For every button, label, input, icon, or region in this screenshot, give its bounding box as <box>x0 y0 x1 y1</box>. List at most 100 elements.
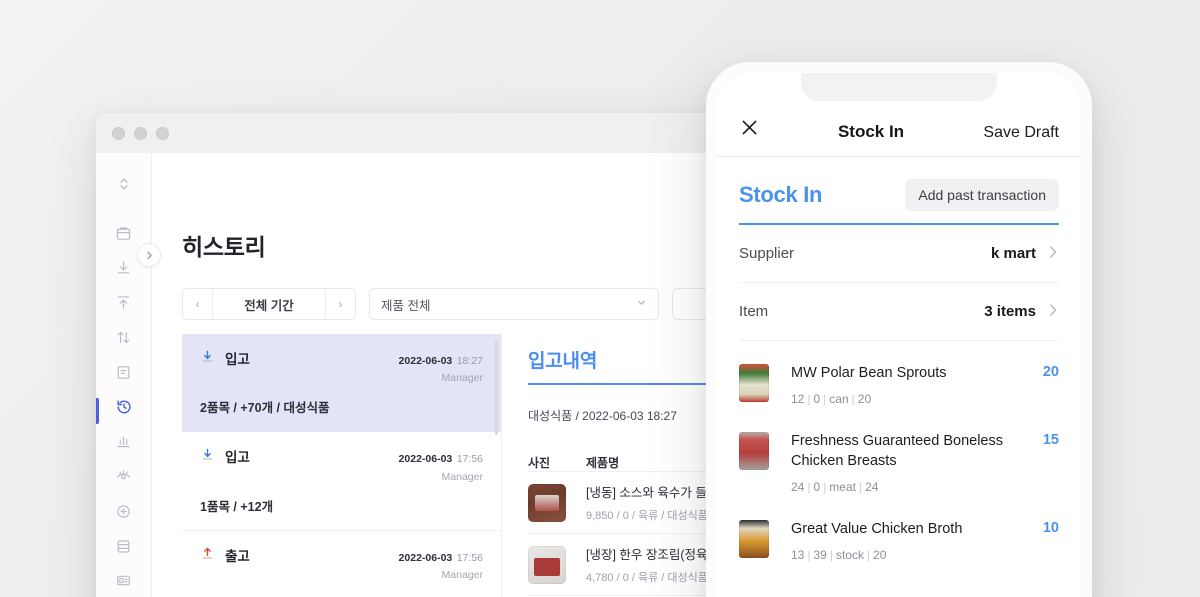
history-row-user: Manager <box>399 371 483 386</box>
sidebar-item-selector[interactable] <box>96 167 152 202</box>
arrow-down-tray-icon <box>200 349 215 367</box>
product-thumbnail <box>528 546 566 584</box>
item-meta-3: meat <box>829 480 856 494</box>
item-meta-4: 20 <box>873 548 886 562</box>
history-row-kind: 입고 <box>200 446 250 466</box>
list-item[interactable]: Great Value Chicken Broth 13|39|stock|20… <box>739 507 1059 575</box>
period-filter[interactable]: ‹ 전체 기간 › <box>182 288 356 320</box>
history-clock-icon <box>115 398 133 416</box>
supplier-label: Supplier <box>739 245 794 262</box>
table-row[interactable]: 출고 2022-06-03 17:56 Manager 1품목 / -65개 <box>182 531 501 597</box>
history-row-date: 2022-06-03 <box>399 355 453 367</box>
phone-mockup: Stock In Save Draft Stock In Add past tr… <box>706 62 1092 597</box>
arrows-transfer-icon <box>115 329 132 346</box>
window-zoom-dot[interactable] <box>156 127 169 140</box>
sidebar-item-history[interactable] <box>96 390 152 425</box>
history-list[interactable]: 입고 2022-06-03 18:27 Manager 2품목 / +70개 /… <box>182 334 502 597</box>
screenshot-stage: 히스토리 ‹ 전체 기간 › 제품 전체 <box>0 0 1200 597</box>
detail-col-name: 제품명 <box>586 454 619 471</box>
close-icon[interactable] <box>739 117 779 142</box>
sidebar-item-inspect[interactable] <box>96 459 152 494</box>
list-item[interactable]: MW Polar Bean Sprouts 12|0|can|20 20 <box>739 351 1059 419</box>
item-meta-1: 12 <box>791 392 804 406</box>
history-row-summary: 2품목 / +70개 / 대성식품 <box>200 397 483 416</box>
phone-screen: Stock In Save Draft Stock In Add past tr… <box>717 73 1081 597</box>
item-meta-1: 13 <box>791 548 804 562</box>
product-thumbnail <box>739 432 769 470</box>
product-thumbnail <box>739 520 769 558</box>
item-name: Freshness Guaranteed Boneless Chicken Br… <box>791 432 1029 471</box>
bar-chart-icon <box>115 433 132 450</box>
item-quantity: 10 <box>1043 520 1059 536</box>
item-meta-3: stock <box>836 548 864 562</box>
detail-col-photo: 사진 <box>528 454 586 471</box>
item-meta-1: 24 <box>791 480 804 494</box>
page-title: 히스토리 <box>152 153 796 262</box>
box-icon <box>115 225 132 242</box>
sidebar-icon-rail <box>96 153 152 597</box>
sidebar-item-label-print[interactable] <box>96 564 152 597</box>
supplier-field-row[interactable]: Supplier k mart <box>739 225 1059 283</box>
item-meta: 24|0|meat|24 <box>791 480 1029 494</box>
arrow-up-tray-icon <box>115 294 132 311</box>
item-value: 3 items <box>984 303 1036 320</box>
sidebar-item-add[interactable] <box>96 494 152 529</box>
tab-stock-in[interactable]: Stock In <box>739 182 822 208</box>
desktop-app-window: 히스토리 ‹ 전체 기간 › 제품 전체 <box>96 113 796 597</box>
save-draft-button[interactable]: Save Draft <box>963 124 1059 142</box>
item-meta-3: can <box>829 392 848 406</box>
list-rows-icon <box>115 538 132 555</box>
sidebar-item-analytics[interactable] <box>96 424 152 459</box>
table-row[interactable]: 입고 2022-06-03 17:56 Manager 1품목 / +12개 <box>182 432 501 530</box>
phone-nav-title: Stock In <box>779 122 963 142</box>
product-thumbnail <box>739 364 769 402</box>
main-content: 히스토리 ‹ 전체 기간 › 제품 전체 <box>152 153 796 597</box>
window-titlebar <box>96 113 796 153</box>
sidebar-item-list[interactable] <box>96 529 152 564</box>
item-name: MW Polar Bean Sprouts <box>791 364 1029 383</box>
history-row-date: 2022-06-03 <box>399 552 453 564</box>
list-item[interactable]: Freshness Guaranteed Boneless Chicken Br… <box>739 419 1059 507</box>
item-quantity: 20 <box>1043 364 1059 380</box>
item-meta-2: 39 <box>813 548 826 562</box>
period-prev-button[interactable]: ‹ <box>183 289 213 319</box>
window-close-dot[interactable] <box>112 127 125 140</box>
history-row-kind: 출고 <box>200 545 250 565</box>
history-row-user: Manager <box>399 568 483 583</box>
history-list-scrollbar[interactable] <box>495 340 498 435</box>
sidebar-expand-button[interactable] <box>137 243 161 267</box>
item-meta-4: 24 <box>865 480 878 494</box>
history-row-time: 17:56 <box>457 453 483 465</box>
item-label: Item <box>739 303 768 320</box>
table-row[interactable]: 입고 2022-06-03 18:27 Manager 2품목 / +70개 /… <box>182 334 501 432</box>
chevron-right-icon <box>145 251 154 260</box>
item-field-row[interactable]: Item 3 items <box>739 283 1059 341</box>
chevron-right-icon <box>1048 302 1059 321</box>
sidebar-item-documents[interactable] <box>96 355 152 390</box>
arrow-down-tray-icon <box>200 447 215 465</box>
product-thumbnail <box>528 484 566 522</box>
chevron-updown-icon <box>117 175 131 193</box>
sidebar-item-stock-out[interactable] <box>96 285 152 320</box>
window-minimize-dot[interactable] <box>134 127 147 140</box>
history-columns: 입고 2022-06-03 18:27 Manager 2품목 / +70개 /… <box>152 334 796 597</box>
supplier-value: k mart <box>991 245 1036 262</box>
add-past-transaction-button[interactable]: Add past transaction <box>905 179 1059 211</box>
history-row-user: Manager <box>399 470 483 485</box>
history-row-time: 18:27 <box>457 355 483 367</box>
product-filter-select[interactable]: 제품 전체 <box>369 288 659 320</box>
sidebar-item-transfer[interactable] <box>96 320 152 355</box>
chevron-down-icon <box>636 297 647 311</box>
period-next-button[interactable]: › <box>325 289 355 319</box>
phone-notch <box>801 73 997 101</box>
phone-item-list: MW Polar Bean Sprouts 12|0|can|20 20 Fre… <box>717 341 1081 575</box>
history-row-kind: 입고 <box>200 348 250 368</box>
filter-bar: ‹ 전체 기간 › 제품 전체 <box>152 262 796 320</box>
card-icon <box>115 572 132 589</box>
item-meta-4: 20 <box>858 392 871 406</box>
history-row-date: 2022-06-03 <box>399 453 453 465</box>
eye-scan-icon <box>115 468 132 485</box>
item-quantity: 15 <box>1043 432 1059 448</box>
period-label[interactable]: 전체 기간 <box>213 289 325 319</box>
window-body: 히스토리 ‹ 전체 기간 › 제품 전체 <box>96 153 796 597</box>
